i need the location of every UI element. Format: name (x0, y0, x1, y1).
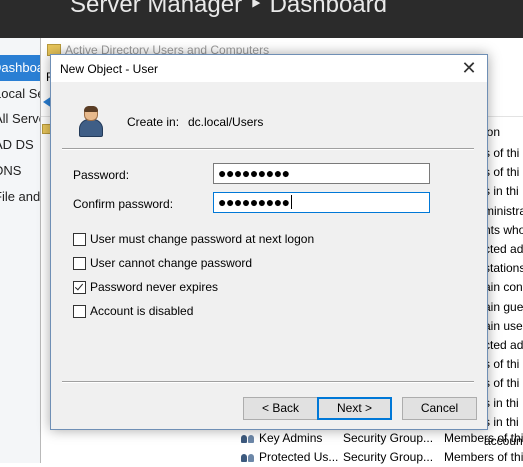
table-row[interactable]: Protected Us... Security Group... Member… (239, 448, 523, 467)
list-item-description[interactable]: ain con (484, 278, 523, 297)
create-in-label: Create in: (127, 115, 180, 129)
table-row[interactable]: Key Admins Security Group... Members of … (239, 429, 523, 448)
text-caret (290, 195, 292, 209)
user-icon (77, 106, 103, 137)
back-button[interactable]: < Back (243, 397, 318, 420)
list-item-description[interactable]: s of thi (484, 355, 523, 374)
list-item-description[interactable]: stations (484, 259, 523, 278)
list-item-description[interactable]: s of thi (484, 144, 523, 163)
divider (62, 148, 474, 150)
group-icon (241, 452, 255, 463)
new-object-user-dialog: New Object - User ✕ Create in: dc.local/… (50, 54, 488, 430)
list-item-description[interactable]: cted adm (484, 336, 523, 355)
list-item-description[interactable]: s in thi (484, 182, 523, 201)
confirm-password-label: Confirm password: (73, 197, 174, 211)
checkbox-checked[interactable] (73, 281, 86, 294)
list-item-description[interactable]: nts who (484, 221, 523, 240)
list-item-description[interactable]: ain user (484, 317, 523, 336)
list-item-description[interactable]: ain gue (484, 298, 523, 317)
divider (62, 381, 474, 383)
list-item-description[interactable]: s of thi (484, 163, 523, 182)
dialog-titlebar[interactable]: New Object - User ✕ (51, 55, 487, 82)
checkbox[interactable] (73, 305, 86, 318)
password-label: Password: (73, 168, 130, 182)
confirm-password-field[interactable]: ●●●●●●●●● (213, 192, 430, 213)
breadcrumb: Server Manager ‣ Dashboard (70, 0, 387, 18)
list-item-description[interactable]: cted adm (484, 240, 523, 259)
dialog-title: New Object - User (60, 62, 159, 76)
list-item-description[interactable]: s of thi (484, 374, 523, 393)
close-icon[interactable]: ✕ (459, 59, 479, 77)
checkbox[interactable] (73, 257, 86, 270)
create-in-value: dc.local/Users (188, 115, 264, 129)
list-item-description[interactable]: ministra (484, 202, 523, 221)
cancel-button[interactable]: Cancel (402, 397, 477, 420)
list-item-description[interactable]: s in thi (484, 394, 523, 413)
group-icon (241, 433, 255, 444)
checkbox[interactable] (73, 233, 86, 246)
server-manager-header: Server Manager ‣ Dashboard (0, 0, 523, 38)
password-field[interactable]: ●●●●●●●●● (213, 163, 430, 184)
next-button[interactable]: Next > (317, 397, 392, 420)
